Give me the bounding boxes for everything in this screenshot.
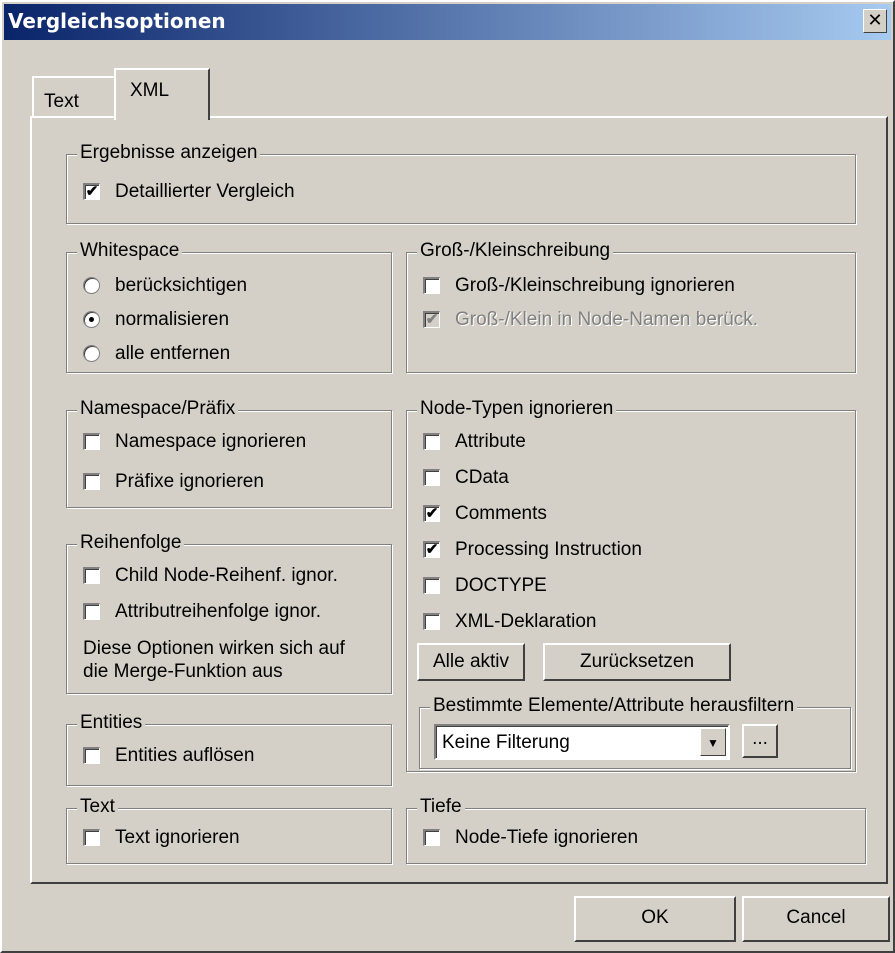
checkbox-unchecked-icon [423, 277, 440, 294]
tab-xml-label: XML [130, 80, 170, 101]
group-order: Reihenfolge Child Node-Reihenf. ignor. A… [66, 532, 392, 694]
checkbox-unchecked-icon [423, 613, 440, 630]
ignore-case-label: Groß-/Kleinschreibung ignorieren [455, 275, 735, 296]
group-whitespace-label: Whitespace [77, 240, 183, 262]
check-icon: ✔ [423, 311, 440, 328]
group-entities-label: Entities [77, 712, 146, 734]
close-button[interactable]: ✕ [863, 9, 887, 33]
group-depth: Tiefe Node-Tiefe ignorieren [406, 796, 866, 864]
checkbox-unchecked-icon [423, 577, 440, 594]
dropdown-arrow-icon[interactable]: ▼ [700, 728, 726, 756]
close-icon: ✕ [867, 10, 883, 30]
merge-note: Diese Optionen wirken sich auf die Merge… [83, 637, 345, 683]
node-type-pi-label: Processing Instruction [455, 539, 642, 560]
ignore-prefix-label: Präfixe ignorieren [115, 471, 264, 492]
resolve-entities-label: Entities auflösen [115, 745, 255, 766]
whitespace-remove-all-label: alle entfernen [115, 343, 231, 364]
checkbox-unchecked-icon [83, 829, 100, 846]
group-case-label: Groß-/Kleinschreibung [417, 240, 614, 262]
whitespace-normalize-label: normalisieren [115, 309, 230, 330]
tab-panel-xml: Ergebnisse anzeigen ✔ Detaillierter Verg… [30, 116, 888, 884]
filter-dropdown[interactable]: Keine Filterung ▼ [434, 724, 730, 760]
ok-button-label: OK [641, 907, 669, 928]
checkbox-unchecked-icon [423, 469, 440, 486]
group-namespace-label: Namespace/Präfix [77, 398, 239, 420]
group-text-label: Text [77, 796, 118, 818]
group-depth-label: Tiefe [417, 796, 465, 818]
checkbox-unchecked-icon [423, 829, 440, 846]
ok-button[interactable]: OK [574, 896, 736, 942]
checkbox-unchecked-icon [83, 433, 100, 450]
group-node-types-label: Node-Typen ignorieren [417, 398, 617, 420]
group-filter: Bestimmte Elemente/Attribute herausfilte… [419, 695, 851, 769]
tab-xml[interactable]: XML [114, 68, 210, 120]
node-type-cdata-label: CData [455, 467, 509, 488]
merge-note-line2: die Merge-Funktion aus [83, 661, 283, 682]
cancel-button[interactable]: Cancel [742, 896, 890, 942]
radio-unselected-icon [83, 277, 100, 294]
node-names-case-label: Groß-/Klein in Node-Namen berück. [455, 309, 759, 330]
dialog-window: Vergleichsoptionen ✕ Text XML Ergebnisse… [0, 0, 895, 953]
ignore-text-label: Text ignorieren [115, 827, 240, 848]
checkbox-unchecked-icon [83, 603, 100, 620]
checkbox-unchecked-icon [423, 433, 440, 450]
reset-button-label: Zurücksetzen [579, 651, 695, 672]
attr-order-label: Attributreihenfolge ignor. [115, 601, 321, 622]
window-title: Vergleichsoptionen [8, 9, 226, 33]
group-results-label: Ergebnisse anzeigen [77, 142, 261, 164]
title-bar[interactable]: Vergleichsoptionen ✕ [4, 4, 891, 40]
radio-selected-icon [83, 311, 100, 328]
cancel-button-label: Cancel [786, 907, 846, 928]
node-type-attribute-label: Attribute [455, 431, 526, 452]
all-active-button[interactable]: Alle aktiv [417, 643, 525, 681]
group-order-label: Reihenfolge [77, 532, 185, 554]
checkbox-unchecked-icon [83, 747, 100, 764]
group-filter-label: Bestimmte Elemente/Attribute herausfilte… [430, 695, 798, 717]
node-type-comments-label: Comments [455, 503, 547, 524]
group-whitespace: Whitespace berücksichtigen normalisieren… [66, 240, 392, 373]
whitespace-consider-label: berücksichtigen [115, 275, 248, 296]
tab-text-label: Text [44, 91, 79, 112]
tab-text[interactable]: Text [32, 76, 116, 118]
filter-browse-button[interactable]: ... [742, 724, 778, 758]
ignore-depth-label: Node-Tiefe ignorieren [455, 827, 639, 848]
radio-unselected-icon [83, 345, 100, 362]
filter-dropdown-value: Keine Filterung [442, 732, 570, 753]
group-text: Text Text ignorieren [66, 796, 392, 864]
reset-button[interactable]: Zurücksetzen [543, 643, 731, 681]
detailed-compare-label: Detaillierter Vergleich [115, 181, 295, 202]
all-active-button-label: Alle aktiv [432, 651, 510, 672]
group-namespace: Namespace/Präfix Namespace ignorieren Pr… [66, 398, 392, 508]
ignore-namespace-label: Namespace ignorieren [115, 431, 307, 452]
node-type-doctype-label: DOCTYPE [455, 575, 547, 596]
group-case: Groß-/Kleinschreibung Groß-/Kleinschreib… [406, 240, 856, 373]
checkbox-unchecked-icon [83, 567, 100, 584]
check-icon: ✔ [423, 541, 440, 558]
merge-note-line1: Diese Optionen wirken sich auf [83, 638, 345, 659]
check-icon: ✔ [423, 505, 440, 522]
group-results: Ergebnisse anzeigen ✔ Detaillierter Verg… [66, 142, 856, 224]
checkbox-unchecked-icon [83, 473, 100, 490]
node-type-xmldecl-label: XML-Deklaration [455, 611, 597, 632]
child-order-label: Child Node-Reihenf. ignor. [115, 565, 338, 586]
filter-browse-button-label: ... [752, 728, 768, 749]
group-entities: Entities Entities auflösen [66, 712, 392, 786]
group-node-types: Node-Typen ignorieren Attribute CData ✔ … [406, 398, 856, 772]
check-icon: ✔ [83, 183, 100, 200]
